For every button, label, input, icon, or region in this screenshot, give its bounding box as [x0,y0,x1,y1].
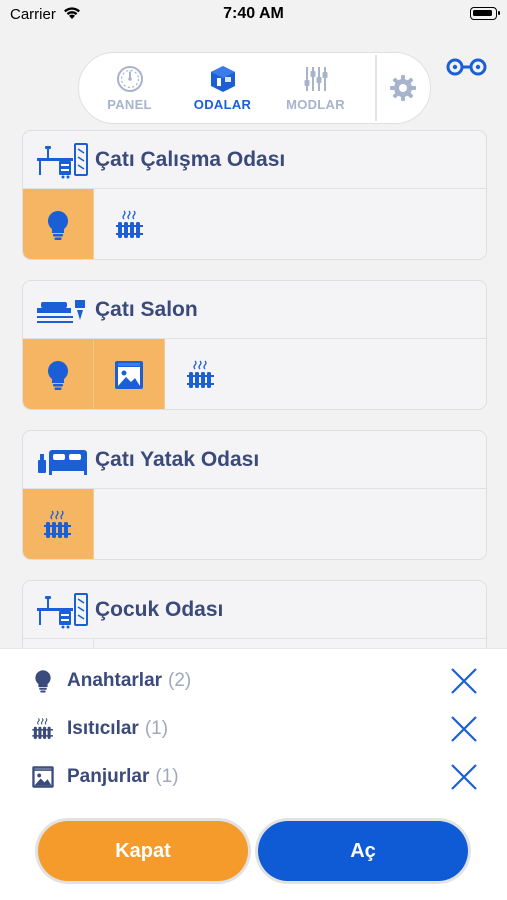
room-devices [23,639,486,648]
device-type-panel: Anahtarlar (2) Isıtıcılar (1) Panjurlar … [0,648,507,900]
tab-modlar-label: MODLAR [286,97,345,112]
desk-icon [37,142,88,178]
room-card-cati-yatak: Çatı Yatak Odası [22,430,487,560]
link-icon[interactable] [445,57,488,77]
nav-divider [375,55,377,121]
status-bar: Carrier 7:40 AM [0,0,507,30]
device-heater[interactable] [23,489,94,559]
device-slot[interactable] [23,639,94,648]
room-name: Çatı Çalışma Odası [95,147,286,171]
room-name: Çocuk Odası [95,597,224,621]
heater-icon [115,210,143,238]
device-type-label: Panjurlar (1) [67,766,179,788]
heater-icon [186,360,214,388]
status-time: 7:40 AM [223,5,284,22]
close-icon[interactable] [448,665,480,697]
device-shutter[interactable] [94,339,165,409]
room-devices [23,339,486,409]
tab-odalar[interactable]: ODALAR [176,53,269,123]
battery-icon [470,7,500,20]
device-heater[interactable] [94,189,165,259]
bulb-icon [47,361,68,390]
turn-off-button[interactable]: Kapat [38,821,248,881]
heater-icon [44,510,71,538]
room-devices [23,489,486,559]
device-type-row-heaters: Isıtıcılar (1) [0,709,507,749]
room-card-cocuk: Çocuk Odası [22,580,487,648]
bulb-icon [35,670,51,693]
close-icon[interactable] [448,761,480,793]
tab-panel[interactable]: PANEL [83,53,176,123]
device-type-row-switches: Anahtarlar (2) [0,661,507,701]
turn-on-button[interactable]: Aç [258,821,468,881]
sliders-icon [304,67,327,91]
device-type-name: Panjurlar [67,766,150,787]
tab-panel-label: PANEL [107,97,152,112]
device-type-label: Isıtıcılar (1) [67,718,168,740]
room-name: Çatı Yatak Odası [95,447,260,471]
room-header[interactable]: Çatı Salon [23,281,486,339]
device-type-count: (1) [144,718,169,739]
tab-odalar-label: ODALAR [193,97,252,112]
device-type-label: Anahtarlar (2) [67,670,191,692]
device-type-name: Isıtıcılar [67,718,139,739]
device-type-name: Anahtarlar [67,670,163,691]
bulb-icon [47,211,68,240]
device-type-row-shutters: Panjurlar (1) [0,757,507,797]
room-card-cati-salon: Çatı Salon [22,280,487,410]
gear-icon[interactable] [388,73,418,103]
device-light[interactable] [23,339,94,409]
room-card-cati-calisma: Çatı Çalışma Odası [22,130,487,260]
heater-icon [32,717,53,739]
desk-icon [37,592,88,628]
device-heater[interactable] [165,339,236,409]
main-nav: PANEL ODALAR MODLAR [78,52,431,124]
room-header[interactable]: Çatı Çalışma Odası [23,131,486,189]
gauge-icon [116,66,143,92]
device-light[interactable] [23,189,94,259]
device-type-count: (2) [168,670,192,691]
bed-icon [38,449,87,475]
sofa-lamp-icon [37,299,85,323]
tab-modlar[interactable]: MODLAR [269,53,362,123]
room-header[interactable]: Çocuk Odası [23,581,486,639]
close-icon[interactable] [448,713,480,745]
room-name: Çatı Salon [95,297,198,321]
cube-room-icon [210,66,235,92]
room-list: Çatı Çalışma Odası Çatı Salon Çatı Yatak… [0,128,507,648]
room-header[interactable]: Çatı Yatak Odası [23,431,486,489]
room-devices [23,189,486,259]
device-type-count: (1) [155,766,179,787]
shutter-icon [115,361,143,389]
shutter-icon [32,766,54,788]
